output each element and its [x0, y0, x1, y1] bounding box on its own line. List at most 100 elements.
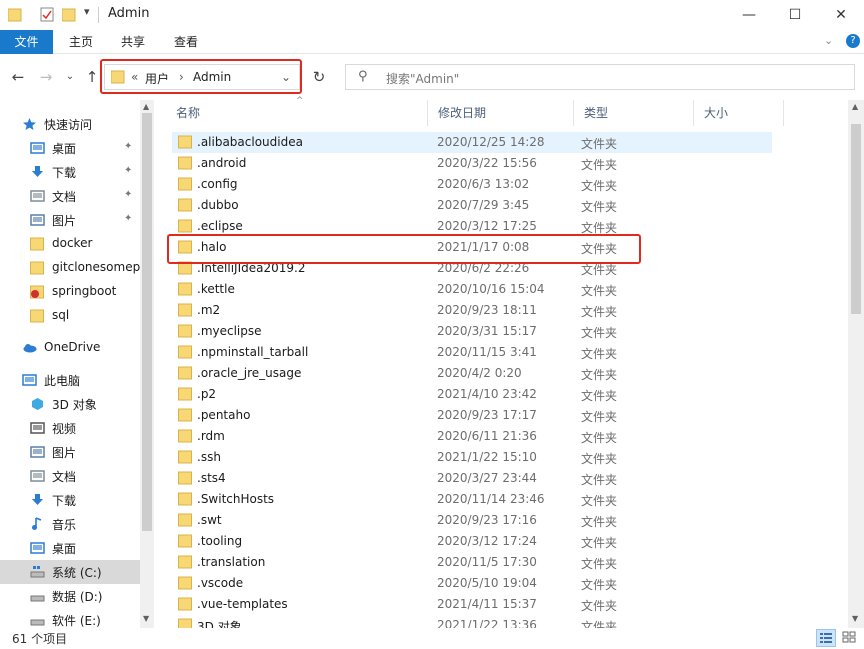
- sidebar-item[interactable]: docker: [0, 232, 140, 256]
- sidebar-item[interactable]: OneDrive: [0, 336, 140, 360]
- scroll-down-icon[interactable]: ▼: [852, 614, 858, 623]
- file-type: 文件夹: [581, 368, 618, 382]
- sidebar-item[interactable]: 视频: [0, 416, 140, 440]
- sidebar-item[interactable]: 数据 (D:): [0, 584, 140, 608]
- file-row[interactable]: .oracle_jre_usage 2020/4/2 0:20 文件夹: [172, 363, 772, 384]
- properties-icon[interactable]: [40, 7, 54, 22]
- minimize-button[interactable]: —: [726, 0, 772, 30]
- file-row[interactable]: .android 2020/3/22 15:56 文件夹: [172, 153, 772, 174]
- file-row[interactable]: .tooling 2020/3/12 17:24 文件夹: [172, 531, 772, 552]
- sidebar-item[interactable]: springboot: [0, 280, 140, 304]
- file-list-scrollbar[interactable]: ▲ ▼: [848, 100, 864, 628]
- sidebar-item[interactable]: sql: [0, 304, 140, 328]
- picture-icon: [30, 213, 45, 227]
- sidebar-item[interactable]: 文档: [0, 464, 140, 488]
- sidebar-item[interactable]: 桌面: [0, 536, 140, 560]
- sidebar-item[interactable]: 下载: [0, 488, 140, 512]
- file-type: 文件夹: [581, 473, 618, 487]
- file-row[interactable]: .config 2020/6/3 13:02 文件夹: [172, 174, 772, 195]
- file-row[interactable]: .vue-templates 2021/4/11 15:37 文件夹: [172, 594, 772, 615]
- up-button[interactable]: ↑: [82, 66, 102, 88]
- navigation-bar: ← → ⌄ ↑ « 用户 › Admin ⌄ ↻ ⚲ 搜索"Admin": [0, 54, 864, 100]
- file-date: 2021/1/22 13:36: [437, 618, 537, 628]
- file-date: 2020/3/31 15:17: [437, 324, 537, 338]
- file-row[interactable]: .sts4 2020/3/27 23:44 文件夹: [172, 468, 772, 489]
- maximize-button[interactable]: ☐: [772, 0, 818, 30]
- scrollbar-thumb[interactable]: [142, 113, 152, 531]
- sidebar-item-label: 图片: [52, 214, 77, 228]
- sidebar-item[interactable]: 3D 对象: [0, 392, 140, 416]
- tab-view[interactable]: 查看: [163, 30, 209, 54]
- file-date: 2020/3/27 23:44: [437, 471, 537, 485]
- folder-icon: [178, 576, 192, 590]
- file-row[interactable]: 3D 对象 2021/1/22 13:36 文件夹: [172, 615, 772, 628]
- file-name: .pentaho: [197, 408, 251, 422]
- file-row[interactable]: .vscode 2020/5/10 19:04 文件夹: [172, 573, 772, 594]
- desktop-icon: [30, 541, 45, 555]
- tab-share[interactable]: 共享: [110, 30, 156, 54]
- back-button[interactable]: ←: [8, 66, 28, 88]
- column-name[interactable]: 名称: [166, 100, 428, 126]
- file-row[interactable]: .alibabacloudidea 2020/12/25 14:28 文件夹: [172, 132, 772, 153]
- file-date: 2021/1/22 15:10: [437, 450, 537, 464]
- file-row[interactable]: .ssh 2021/1/22 15:10 文件夹: [172, 447, 772, 468]
- file-row[interactable]: .npminstall_tarball 2020/11/15 3:41 文件夹: [172, 342, 772, 363]
- file-row[interactable]: .myeclipse 2020/3/31 15:17 文件夹: [172, 321, 772, 342]
- recent-locations-button[interactable]: ⌄: [60, 66, 80, 88]
- sidebar-item-label: 桌面: [52, 142, 77, 156]
- scroll-up-icon[interactable]: ▲: [143, 102, 149, 111]
- sidebar-item[interactable]: 此电脑: [0, 368, 140, 392]
- file-row[interactable]: .p2 2021/4/10 23:42 文件夹: [172, 384, 772, 405]
- sidebar-item[interactable]: 图片: [0, 440, 140, 464]
- file-type: 文件夹: [581, 389, 618, 403]
- refresh-button[interactable]: ↻: [306, 64, 332, 90]
- sidebar-item-label: 音乐: [52, 518, 77, 532]
- column-size[interactable]: 大小: [694, 100, 784, 126]
- tab-home[interactable]: 主页: [58, 30, 104, 54]
- close-button[interactable]: ✕: [818, 0, 864, 30]
- scrollbar-thumb[interactable]: [851, 124, 861, 314]
- navigation-pane[interactable]: 快速访问 桌面 ✦ 下载 ✦ 文档 ✦ 图片 ✦ docker gitclonesomep sprin…: [0, 100, 154, 628]
- file-row[interactable]: .dubbo 2020/7/29 3:45 文件夹: [172, 195, 772, 216]
- tab-file[interactable]: 文件: [0, 30, 53, 54]
- sidebar-item[interactable]: 图片 ✦: [0, 208, 140, 232]
- scroll-down-icon[interactable]: ▼: [143, 614, 149, 623]
- sidebar-item[interactable]: 文档 ✦: [0, 184, 140, 208]
- sidebar-scrollbar[interactable]: ▲ ▼: [140, 100, 154, 628]
- folder-icon: [178, 408, 192, 422]
- column-type[interactable]: 类型: [574, 100, 694, 126]
- file-row[interactable]: .SwitchHosts 2020/11/14 23:46 文件夹: [172, 489, 772, 510]
- file-name: .kettle: [197, 282, 235, 296]
- file-row[interactable]: .translation 2020/11/5 17:30 文件夹: [172, 552, 772, 573]
- sidebar-item[interactable]: 下载 ✦: [0, 160, 140, 184]
- sidebar-item[interactable]: 软件 (E:): [0, 608, 140, 628]
- file-type: 文件夹: [581, 599, 618, 613]
- column-date[interactable]: 修改日期: [428, 100, 574, 126]
- file-row[interactable]: .pentaho 2020/9/23 17:17 文件夹: [172, 405, 772, 426]
- search-input[interactable]: 搜索"Admin": [386, 70, 459, 87]
- ribbon-expand-icon[interactable]: ⌄: [824, 34, 833, 47]
- new-folder-icon[interactable]: [62, 7, 76, 22]
- file-name: .rdm: [197, 429, 225, 443]
- scroll-up-icon[interactable]: ▲: [852, 102, 858, 111]
- sidebar-item[interactable]: 音乐: [0, 512, 140, 536]
- sidebar-item[interactable]: 快速访问: [0, 112, 140, 136]
- file-row[interactable]: .kettle 2020/10/16 15:04 文件夹: [172, 279, 772, 300]
- file-row[interactable]: .rdm 2020/6/11 21:36 文件夹: [172, 426, 772, 447]
- search-box[interactable]: ⚲ 搜索"Admin": [345, 64, 855, 90]
- forward-button[interactable]: →: [36, 66, 56, 88]
- document-icon: [30, 189, 45, 203]
- folder-icon: [30, 237, 45, 251]
- quick-access-dropdown-icon[interactable]: ▾: [84, 5, 98, 20]
- file-row[interactable]: .m2 2020/9/23 18:11 文件夹: [172, 300, 772, 321]
- file-date: 2021/4/11 15:37: [437, 597, 537, 611]
- sidebar-item[interactable]: gitclonesomep: [0, 256, 140, 280]
- sidebar-item[interactable]: 桌面 ✦: [0, 136, 140, 160]
- column-header: ^ 名称 修改日期 类型 大小: [166, 96, 848, 126]
- large-icons-view-button[interactable]: [840, 629, 860, 647]
- sidebar-item[interactable]: 系统 (C:): [0, 560, 140, 584]
- folder-icon: [178, 534, 192, 548]
- file-row[interactable]: .swt 2020/9/23 17:16 文件夹: [172, 510, 772, 531]
- details-view-button[interactable]: [816, 629, 836, 647]
- help-icon[interactable]: ?: [846, 34, 860, 48]
